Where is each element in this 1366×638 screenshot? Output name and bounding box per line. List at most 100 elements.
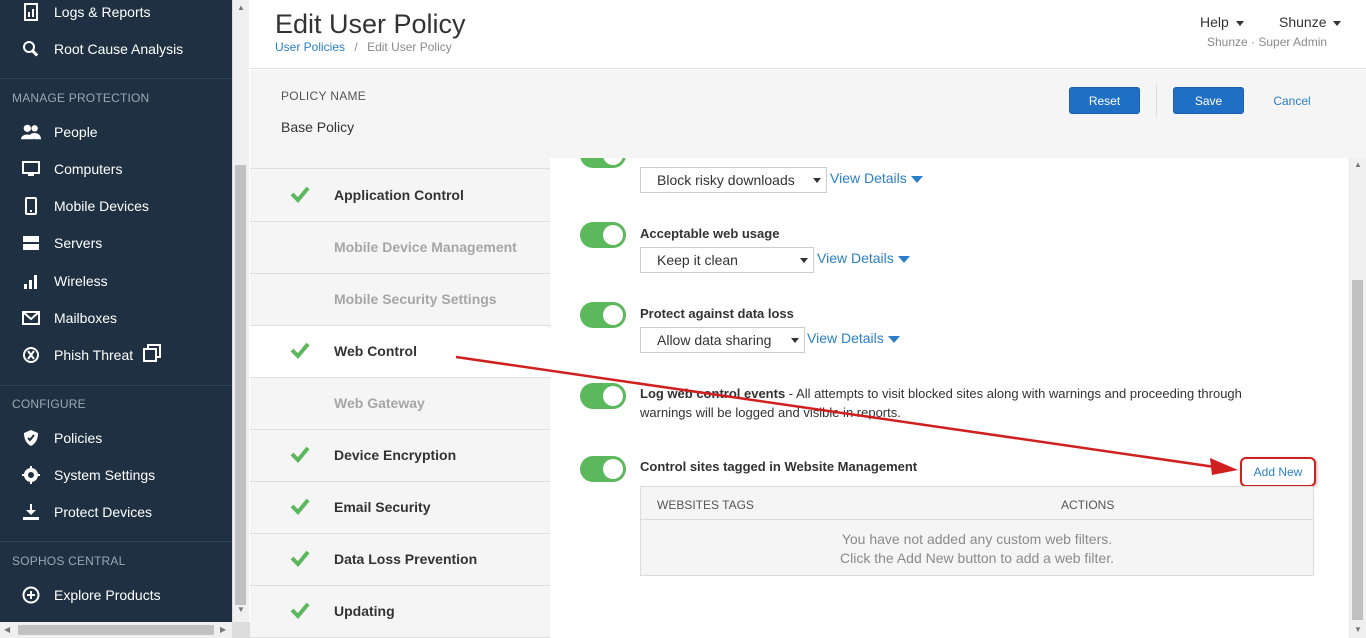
help-menu[interactable]: Help <box>1200 14 1244 30</box>
sidebar-item-label: Mobile Devices <box>54 197 149 214</box>
add-new-button[interactable]: Add New <box>1240 457 1316 487</box>
sidebar-item-label: Explore Products <box>54 586 161 603</box>
reset-button[interactable]: Reset <box>1069 87 1140 114</box>
breadcrumb-user-policies-link[interactable]: User Policies <box>275 40 345 54</box>
tab-web-gateway[interactable]: Web Gateway <box>250 378 550 430</box>
sidebar-scrollbar-thumb[interactable] <box>235 165 246 605</box>
tab-application-control[interactable]: Application Control <box>250 170 550 222</box>
scroll-up-arrow-icon[interactable]: ▲ <box>237 3 245 12</box>
sidebar-item-mobile-devices[interactable]: Mobile Devices <box>0 187 232 224</box>
tab-updating[interactable]: Updating <box>250 586 550 638</box>
log-events-text-2: warnings will be logged and visible in r… <box>640 405 901 420</box>
sidebar-item-label: System Settings <box>54 466 156 483</box>
content-scrollbar-thumb[interactable] <box>1352 280 1363 620</box>
website-tags-table: WEBSITES TAGS ACTIONS You have not added… <box>640 486 1314 576</box>
data-loss-view-details-link[interactable]: View Details <box>807 330 900 346</box>
sidebar-item-mailboxes[interactable]: Mailboxes <box>0 299 232 336</box>
tab-mobile-device-management[interactable]: Mobile Device Management <box>250 222 550 274</box>
save-button[interactable]: Save <box>1173 87 1244 114</box>
sidebar-divider <box>0 78 232 79</box>
tab-label: Web Gateway <box>334 395 425 411</box>
tab-mobile-security-settings[interactable]: Mobile Security Settings <box>250 274 550 326</box>
sidebar-hscroll-thumb[interactable] <box>18 625 214 635</box>
sidebar-divider <box>0 541 232 542</box>
scrollbar-corner <box>232 622 250 638</box>
policy-tabs: Application Control Mobile Device Manage… <box>250 158 551 638</box>
acceptable-usage-select[interactable]: Keep it clean <box>640 247 814 273</box>
view-details-label: View Details <box>817 250 894 266</box>
sidebar-item-label: People <box>54 123 98 140</box>
sidebar-item-label: Wireless <box>54 272 108 289</box>
scroll-right-arrow-icon[interactable]: ▶ <box>220 625 226 634</box>
breadcrumb-separator: / <box>354 40 358 54</box>
sidebar-item-root-cause-analysis[interactable]: Root Cause Analysis <box>0 30 232 67</box>
download-icon <box>21 502 41 522</box>
data-loss-toggle[interactable] <box>580 302 626 328</box>
scroll-left-arrow-icon[interactable]: ◀ <box>4 625 10 634</box>
page-title: Edit User Policy <box>275 9 466 39</box>
tab-device-encryption[interactable]: Device Encryption <box>250 430 550 482</box>
tab-label: Device Encryption <box>334 447 457 463</box>
log-events-toggle[interactable] <box>580 383 626 409</box>
policy-name-bar: POLICY NAME Base Policy Reset Save Cance… <box>250 70 1366 158</box>
acceptable-usage-toggle[interactable] <box>580 222 626 248</box>
tab-partial <box>250 158 550 169</box>
check-icon <box>290 186 310 203</box>
risky-downloads-toggle[interactable] <box>580 158 626 168</box>
shield-icon <box>21 428 41 448</box>
sidebar-item-computers[interactable]: Computers <box>0 150 232 187</box>
scroll-down-arrow-icon[interactable]: ▼ <box>237 605 245 614</box>
tab-label: Data Loss Prevention <box>334 551 478 567</box>
tab-email-security[interactable]: Email Security <box>250 482 550 534</box>
check-icon <box>290 446 310 463</box>
check-icon <box>290 550 310 567</box>
empty-state-line-1: You have not added any custom web filter… <box>841 531 1113 547</box>
sidebar-item-servers[interactable]: Servers <box>0 224 232 261</box>
sidebar-item-label: Policies <box>54 429 103 446</box>
scroll-up-arrow-icon[interactable]: ▲ <box>1354 160 1362 169</box>
tab-label: Application Control <box>334 187 464 203</box>
empty-state-line-2: Click the Add New button to add a web fi… <box>840 550 1114 566</box>
external-link-icon[interactable] <box>143 344 161 365</box>
log-events-text-1: - All attempts to visit blocked sites al… <box>785 386 1242 401</box>
acceptable-usage-select-value: Keep it clean <box>657 252 738 268</box>
web-control-settings: Block risky downloads View Details Accep… <box>551 158 1349 638</box>
server-icon <box>21 233 41 253</box>
user-menu[interactable]: Shunze <box>1279 14 1342 30</box>
check-icon <box>290 498 310 515</box>
chevron-down-icon <box>1235 20 1244 26</box>
data-loss-select[interactable]: Allow data sharing <box>640 327 805 353</box>
chevron-down-icon <box>791 338 799 343</box>
sidebar-item-logs-reports[interactable]: Logs & Reports <box>0 0 232 30</box>
sidebar-item-phish-threat[interactable]: Phish Threat <box>0 336 232 373</box>
sidebar-item-label: Phish Threat <box>54 346 134 363</box>
risky-view-details-link[interactable]: View Details <box>830 170 923 186</box>
tagged-sites-title: Control sites tagged in Website Manageme… <box>640 459 918 474</box>
data-loss-title: Protect against data loss <box>640 306 794 321</box>
tab-web-control[interactable]: Web Control <box>250 325 551 378</box>
sidebar-item-label: Computers <box>54 160 123 177</box>
sidebar-item-people[interactable]: People <box>0 113 232 150</box>
sidebar-item-explore-products[interactable]: Explore Products <box>0 576 232 613</box>
sidebar-item-wireless[interactable]: Wireless <box>0 262 232 299</box>
check-icon <box>290 602 310 619</box>
magnifier-icon <box>21 39 41 59</box>
tagged-sites-toggle[interactable] <box>580 456 626 482</box>
chevron-down-icon <box>813 178 821 183</box>
sidebar-item-label: Protect Devices <box>54 503 153 520</box>
tab-data-loss-prevention[interactable]: Data Loss Prevention <box>250 534 550 586</box>
column-header-websites-tags[interactable]: WEBSITES TAGS <box>657 498 754 512</box>
sidebar-item-system-settings[interactable]: System Settings <box>0 456 232 493</box>
data-loss-select-value: Allow data sharing <box>657 332 772 348</box>
acceptable-view-details-link[interactable]: View Details <box>817 250 910 266</box>
section-manage-protection: MANAGE PROTECTION <box>12 91 150 105</box>
sidebar-item-policies[interactable]: Policies <box>0 419 232 456</box>
tab-label: Email Security <box>334 499 431 515</box>
section-sophos-central: SOPHOS CENTRAL <box>12 554 126 568</box>
risky-downloads-select[interactable]: Block risky downloads <box>640 167 827 193</box>
log-events-description: Log web control events - All attempts to… <box>640 384 1300 422</box>
scroll-down-arrow-icon[interactable]: ▼ <box>1354 625 1362 634</box>
cancel-button[interactable]: Cancel <box>1267 87 1317 114</box>
sidebar: Logs & Reports Root Cause Analysis MANAG… <box>0 0 232 638</box>
sidebar-item-protect-devices[interactable]: Protect Devices <box>0 493 232 530</box>
